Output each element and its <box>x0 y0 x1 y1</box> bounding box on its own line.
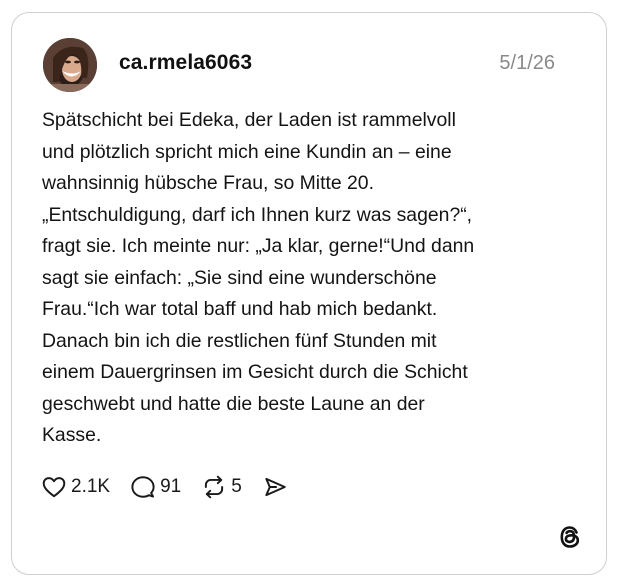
post-date: 5/1/26 <box>499 52 555 74</box>
share-button[interactable] <box>262 474 288 500</box>
threads-logo-icon <box>560 526 580 548</box>
repost-button[interactable]: 5 <box>201 474 242 500</box>
reply-count: 91 <box>160 476 182 497</box>
avatar[interactable] <box>43 38 97 92</box>
avatar-photo <box>43 38 97 92</box>
post-text: Spätschicht bei Edeka, der Laden ist ram… <box>42 109 475 446</box>
paper-plane-icon <box>265 477 286 497</box>
repost-arrows-icon <box>205 475 224 499</box>
like-count: 2.1K <box>71 476 111 497</box>
username[interactable]: ca.rmela6063 <box>119 51 252 75</box>
action-bar: 2.1K 91 5 <box>41 472 308 502</box>
speech-bubble-icon <box>131 476 155 498</box>
heart-icon <box>42 477 66 498</box>
reply-button[interactable]: 91 <box>130 474 181 500</box>
like-button[interactable]: 2.1K <box>41 474 110 500</box>
repost-count: 5 <box>231 476 242 497</box>
post-card[interactable]: ca.rmela6063 5/1/26 Spätschicht bei Edek… <box>11 12 607 575</box>
